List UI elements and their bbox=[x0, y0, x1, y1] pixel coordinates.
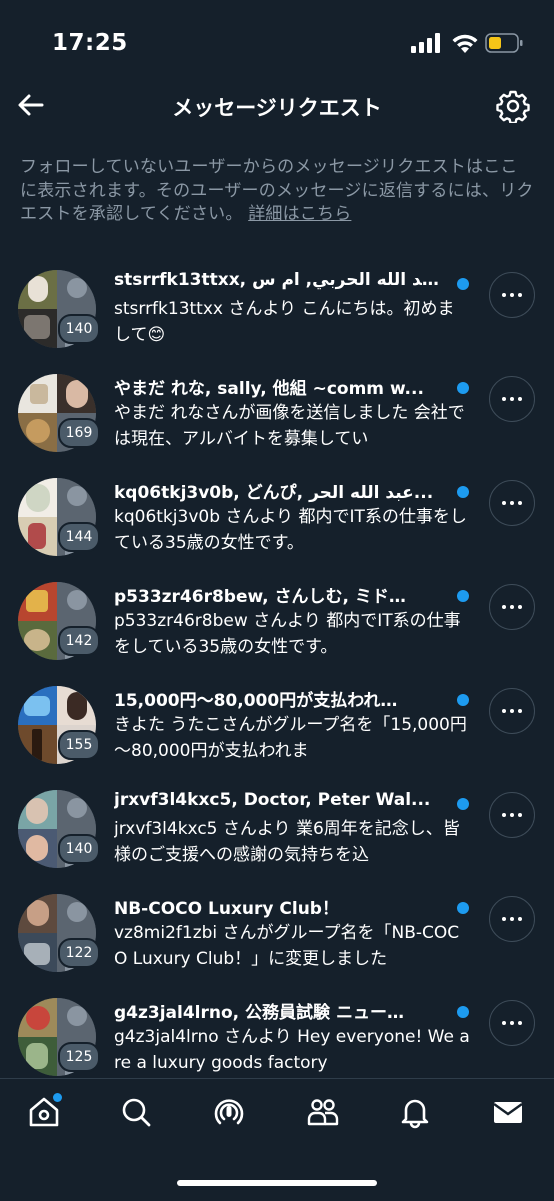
participant-count: 125 bbox=[58, 1042, 100, 1072]
home-notification-dot bbox=[53, 1093, 62, 1102]
participant-count: 144 bbox=[58, 522, 100, 552]
request-name: kq06tkj3v0b, どんぴ, عبد الله الحر... bbox=[114, 483, 434, 503]
cellular-signal-icon bbox=[411, 33, 440, 53]
participant-count: 142 bbox=[58, 626, 100, 656]
request-row[interactable]: 142 p533zr46r8bew, さんしむ, ミド… p533zr46r8b… bbox=[0, 570, 554, 674]
page-title: メッセージリクエスト bbox=[172, 96, 382, 120]
more-options-button[interactable] bbox=[489, 272, 535, 318]
request-name: やまだ れな, sally, 他組 ~comm w... bbox=[114, 379, 424, 399]
more-options-button[interactable] bbox=[489, 376, 535, 422]
status-time: 17:25 bbox=[52, 30, 128, 56]
notifications-icon bbox=[401, 1099, 429, 1129]
unread-indicator bbox=[457, 694, 469, 706]
participant-count: 169 bbox=[58, 418, 100, 448]
request-name: g4z3jal4lrno, 公務員試験 ニュー… bbox=[114, 1003, 404, 1023]
request-preview: stsrrfk13ttxx さんより こんにちは。初めまして😊 bbox=[114, 299, 455, 345]
search-icon bbox=[122, 1098, 151, 1127]
request-preview: kq06tkj3v0b さんより 都内でIT系の仕事をしている35歳の女性です。 bbox=[114, 507, 467, 553]
unread-indicator bbox=[457, 798, 469, 810]
request-name: p533zr46r8bew, さんしむ, ミド… bbox=[114, 587, 406, 607]
nav-communities[interactable] bbox=[306, 1095, 346, 1135]
battery-icon bbox=[485, 33, 523, 53]
request-preview: jrxvf3l4kxc5 さんより 業6周年を記念し、皆様のご支援への感謝の気持… bbox=[114, 819, 460, 865]
spaces-icon bbox=[214, 1099, 244, 1125]
header: メッセージリクエスト bbox=[0, 80, 554, 136]
gear-icon[interactable] bbox=[496, 89, 530, 123]
nav-home[interactable] bbox=[27, 1093, 67, 1135]
request-notice: フォローしていないユーザーからのメッセージリクエストはここに表示されます。そのユ… bbox=[20, 156, 534, 227]
messages-icon bbox=[493, 1102, 523, 1123]
wifi-icon bbox=[452, 34, 478, 53]
more-options-button[interactable] bbox=[489, 1000, 535, 1046]
unread-indicator bbox=[457, 278, 469, 290]
request-preview: vz8mi2f1zbi さんがグループ名を「NB-COCO Luxury Clu… bbox=[114, 923, 460, 969]
more-options-button[interactable] bbox=[489, 480, 535, 526]
status-bar: 17:25 bbox=[0, 0, 554, 80]
nav-search[interactable] bbox=[119, 1095, 159, 1135]
request-row[interactable]: 144 kq06tkj3v0b, どんぴ, عبد الله الحر... k… bbox=[0, 466, 554, 570]
participant-count: 140 bbox=[58, 834, 100, 864]
request-row[interactable]: 122 NB-COCO Luxury Club！ vz8mi2f1zbi さんが… bbox=[0, 882, 554, 986]
nav-messages[interactable] bbox=[491, 1095, 531, 1135]
request-row[interactable]: 140 jrxvf3l4kxc5, Doctor, Peter Wal... j… bbox=[0, 778, 554, 882]
more-options-button[interactable] bbox=[489, 688, 535, 734]
request-row[interactable]: 169 やまだ れな, sally, 他組 ~comm w... やまだ れなさ… bbox=[0, 362, 554, 466]
unread-indicator bbox=[457, 590, 469, 602]
request-preview: p533zr46r8bew さんより 都内でIT系の仕事をしている35歳の女性で… bbox=[114, 611, 461, 657]
request-name: jrxvf3l4kxc5, Doctor, Peter Wal... bbox=[114, 790, 431, 810]
unread-indicator bbox=[457, 382, 469, 394]
more-options-button[interactable] bbox=[489, 792, 535, 838]
request-preview: g4z3jal4lrno さんより Hey everyone! We are a… bbox=[114, 1027, 470, 1073]
request-row[interactable]: 125 g4z3jal4lrno, 公務員試験 ニュー… g4z3jal4lrn… bbox=[0, 986, 554, 1090]
request-row[interactable]: 140 stsrrfk13ttxx, عبد الله الحربي, ام س… bbox=[0, 258, 554, 362]
request-name: NB-COCO Luxury Club！ bbox=[114, 899, 339, 919]
unread-indicator bbox=[457, 1006, 469, 1018]
request-row[interactable]: 155 15,000円～80,000円が支払われ… きよた うたこさんがグループ… bbox=[0, 674, 554, 778]
request-preview: やまだ れなさんが画像を送信しました 会社では現在、アルバイトを募集してい bbox=[114, 403, 465, 449]
more-options-button[interactable] bbox=[489, 584, 535, 630]
nav-notifications[interactable] bbox=[398, 1095, 438, 1135]
unread-indicator bbox=[457, 486, 469, 498]
participant-count: 140 bbox=[58, 314, 100, 344]
request-preview: きよた うたこさんがグループ名を「15,000円～80,000円が支払われま bbox=[114, 715, 467, 761]
request-name: 15,000円～80,000円が支払われ… bbox=[114, 691, 398, 711]
participant-count: 155 bbox=[58, 730, 100, 760]
more-options-button[interactable] bbox=[489, 896, 535, 942]
participant-count: 122 bbox=[58, 938, 100, 968]
communities-icon bbox=[307, 1099, 339, 1126]
request-name: stsrrfk13ttxx, عبد الله الحربي, ام س... bbox=[114, 270, 444, 290]
unread-indicator bbox=[457, 902, 469, 914]
learn-more-link[interactable]: 詳細はこちら bbox=[248, 204, 351, 224]
home-indicator bbox=[177, 1180, 377, 1186]
nav-spaces[interactable] bbox=[212, 1095, 252, 1135]
